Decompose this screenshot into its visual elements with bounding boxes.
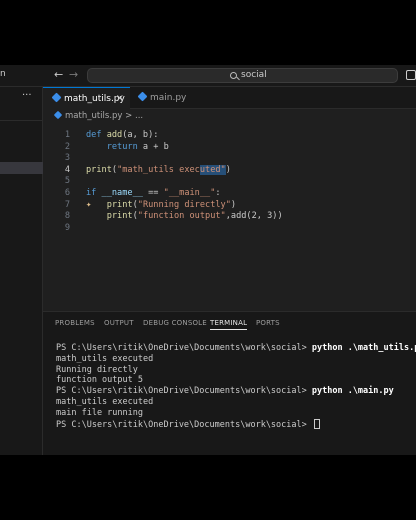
line-number: 7 <box>64 199 70 210</box>
terminal-line: math_utils executed <box>56 353 154 364</box>
code-line[interactable]: 8 print("function output",add(2, 3)) <box>43 210 416 222</box>
panel-tab-terminal[interactable]: TERMINAL <box>210 319 248 330</box>
tab-math-utils[interactable]: math_utils.py × <box>43 87 130 109</box>
code-editor[interactable]: 1 def add(a, b): 2 return a + b 3 4 print("ma… <box>43 123 416 309</box>
title-bar: n ← → social <box>0 65 416 87</box>
line-number: 3 <box>64 153 70 164</box>
terminal-line: PS C:\Users\ritik\OneDrive\Documents\wor… <box>56 418 416 430</box>
terminal-output[interactable]: PS C:\Users\ritik\OneDrive\Documents\wor… <box>56 343 416 430</box>
close-icon[interactable]: × <box>116 88 124 110</box>
terminal-line: math_utils executed <box>56 396 154 407</box>
panel-tab-problems[interactable]: PROBLEMS <box>55 319 95 327</box>
line-number: 6 <box>64 188 70 198</box>
python-file-icon <box>53 110 63 120</box>
breadcrumb-file[interactable]: math_utils.py <box>65 111 122 121</box>
code-text: print("math_utils executed") <box>86 164 231 175</box>
terminal-cursor[interactable] <box>313 418 320 429</box>
menu-fragment[interactable]: n <box>0 69 6 79</box>
code-line[interactable]: 4 print("math_utils executed") <box>43 164 416 176</box>
panel-tab-ports[interactable]: PORTS <box>256 319 280 327</box>
sidebar-selected-item[interactable] <box>0 162 43 174</box>
panel-tab-output[interactable]: OUTPUT <box>104 319 134 327</box>
line-number: 2 <box>64 141 70 152</box>
line-number: 1 <box>64 130 70 140</box>
explorer-sidebar: ··· <box>0 87 43 455</box>
code-text: print("Running directly") <box>106 199 237 210</box>
panel-tab-debug-console[interactable]: DEBUG CONSOLE <box>143 319 207 327</box>
code-line[interactable]: 1 def add(a, b): <box>43 129 416 141</box>
back-arrow-icon[interactable]: ← <box>54 68 63 81</box>
terminal-line: PS C:\Users\ritik\OneDrive\Documents\wor… <box>56 343 416 353</box>
code-text: def add(a, b): <box>86 130 159 140</box>
tab-main[interactable]: main.py <box>131 87 201 109</box>
code-line[interactable]: 6 if __name__ == "__main__": <box>43 187 416 199</box>
bottom-panel: PROBLEMS OUTPUT DEBUG CONSOLE TERMINAL P… <box>43 311 416 455</box>
search-icon <box>230 72 237 79</box>
breadcrumb-rest[interactable]: > ... <box>125 111 143 121</box>
code-line[interactable]: 9 <box>43 222 416 234</box>
terminal-line: function output 5 <box>56 375 143 386</box>
code-line[interactable]: 3 <box>43 152 416 164</box>
line-number: 8 <box>64 211 70 222</box>
terminal-line: Running directly <box>56 364 138 375</box>
sidebar-divider <box>0 120 43 121</box>
terminal-line: main file running <box>56 407 143 418</box>
code-line[interactable]: 2 return a + b <box>43 141 416 153</box>
terminal-line: PS C:\Users\ritik\OneDrive\Documents\wor… <box>56 386 394 397</box>
editor-tab-bar: math_utils.py × main.py <box>43 87 416 109</box>
code-text: print("function output",add(2, 3)) <box>106 211 283 222</box>
layout-toggle-icon[interactable] <box>406 70 416 80</box>
forward-arrow-icon[interactable]: → <box>69 68 78 81</box>
code-text: return a + b <box>106 141 169 152</box>
code-line[interactable]: 5 <box>43 175 416 187</box>
line-number: 9 <box>64 222 70 233</box>
vscode-window: n ← → social ··· math_utils.py × main.py… <box>0 65 416 455</box>
breadcrumb[interactable]: math_utils.py > ... <box>53 109 143 123</box>
lightbulb-icon[interactable]: ✦ <box>86 199 91 211</box>
command-center-search[interactable]: social <box>87 68 398 83</box>
line-number: 5 <box>64 176 70 187</box>
line-number: 4 <box>64 164 70 175</box>
code-text: if __name__ == "__main__": <box>86 188 221 198</box>
command-center-text: social <box>241 70 267 80</box>
code-line[interactable]: 7 print("Running directly") ✦ <box>43 199 416 211</box>
python-file-icon <box>137 91 148 102</box>
tab-label: main.py <box>150 93 187 103</box>
more-actions-icon[interactable]: ··· <box>22 90 32 101</box>
python-file-icon <box>51 92 62 103</box>
